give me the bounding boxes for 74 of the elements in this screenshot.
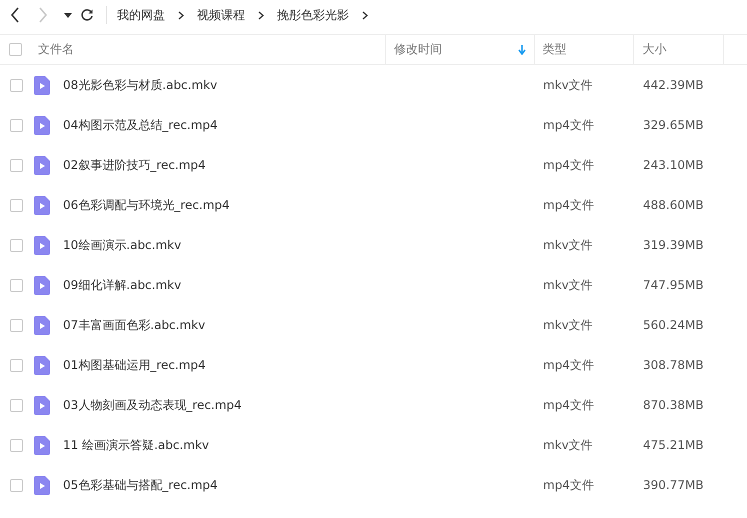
row-checkbox[interactable] <box>10 438 22 452</box>
file-size: 243.10MB <box>643 158 704 172</box>
column-header[interactable]: 类型 <box>542 41 567 58</box>
file-type: mp4文件 <box>543 356 594 374</box>
file-type: mkv文件 <box>543 436 593 454</box>
file-name[interactable]: 02叙事进阶技巧_rec.mp4 <box>63 156 206 174</box>
video-file-icon <box>34 396 50 414</box>
select-all-checkbox[interactable] <box>9 43 22 56</box>
row-checkbox[interactable] <box>10 158 22 172</box>
breadcrumb-link[interactable]: 我的网盘 <box>117 6 165 24</box>
file-name[interactable]: 04构图示范及总结_rec.mp4 <box>63 116 218 134</box>
file-name[interactable]: 03人物刻画及动态表现_rec.mp4 <box>63 396 242 414</box>
file-type: mkv文件 <box>543 276 593 294</box>
file-size: 390.77MB <box>643 478 704 492</box>
row-checkbox[interactable] <box>10 118 22 132</box>
row-checkbox[interactable] <box>10 358 22 372</box>
file-name[interactable]: 10绘画演示.abc.mkv <box>63 236 182 254</box>
column-header-cell[interactable]: 文件名 <box>30 35 385 64</box>
file-type: mkv文件 <box>543 236 593 254</box>
dropdown-caret-icon[interactable] <box>64 12 72 18</box>
sort-down-icon[interactable] <box>518 44 526 54</box>
refresh-icon[interactable] <box>80 8 94 22</box>
file-type: mp4文件 <box>543 156 594 174</box>
chevron-icon <box>362 10 368 20</box>
row-checkbox[interactable] <box>10 198 22 212</box>
file-size: 475.21MB <box>643 438 704 452</box>
video-file-icon <box>34 276 50 294</box>
file-type: mp4文件 <box>543 396 594 414</box>
file-name[interactable]: 01构图基础运用_rec.mp4 <box>63 356 206 374</box>
row-checkbox[interactable] <box>10 238 22 252</box>
file-name[interactable]: 09细化详解.abc.mkv <box>63 276 182 294</box>
video-file-icon <box>34 356 50 374</box>
file-size: 870.38MB <box>643 398 704 412</box>
column-header-cell[interactable]: 类型 <box>534 35 634 64</box>
file-size: 747.95MB <box>643 278 704 292</box>
breadcrumb-link[interactable]: 视频课程 <box>197 6 245 24</box>
file-size: 319.39MB <box>643 238 704 252</box>
file-name[interactable]: 08光影色彩与材质.abc.mkv <box>63 76 218 94</box>
video-file-icon <box>34 156 50 174</box>
file-size: 442.39MB <box>643 78 704 92</box>
column-header[interactable]: 修改时间 <box>394 41 442 58</box>
file-type: mkv文件 <box>543 76 593 94</box>
row-checkbox[interactable] <box>10 78 22 92</box>
video-file-icon <box>34 236 50 254</box>
video-file-icon <box>34 76 50 94</box>
file-type: mp4文件 <box>543 196 594 214</box>
breadcrumb-link[interactable]: 挽彤色彩光影 <box>277 6 349 24</box>
column-header[interactable]: 大小 <box>642 41 666 58</box>
row-checkbox[interactable] <box>10 478 22 492</box>
file-name[interactable]: 06色彩调配与环境光_rec.mp4 <box>63 196 230 214</box>
row-checkbox[interactable] <box>10 398 22 412</box>
video-file-icon <box>34 196 50 214</box>
video-file-icon <box>34 436 50 454</box>
chevron-icon <box>178 10 184 20</box>
row-checkbox[interactable] <box>10 278 22 292</box>
file-size: 308.78MB <box>643 358 704 372</box>
video-file-icon <box>34 316 50 334</box>
row-checkbox[interactable] <box>10 318 22 332</box>
chevron-icon <box>258 10 264 20</box>
file-size: 560.24MB <box>643 318 704 332</box>
column-header-cell[interactable]: 大小 <box>633 35 724 64</box>
file-type: mp4文件 <box>543 476 594 494</box>
back-icon[interactable] <box>10 7 20 23</box>
file-size: 488.60MB <box>643 198 704 212</box>
file-type: mp4文件 <box>543 116 594 134</box>
video-file-icon <box>34 116 50 134</box>
file-size: 329.65MB <box>643 118 704 132</box>
column-header-cell[interactable]: 修改时间 <box>384 35 534 64</box>
column-header[interactable]: 文件名 <box>38 41 74 58</box>
file-name[interactable]: 05色彩基础与搭配_rec.mp4 <box>63 476 218 494</box>
video-file-icon <box>34 476 50 494</box>
file-name[interactable]: 11 绘画演示答疑.abc.mkv <box>63 436 210 454</box>
file-name[interactable]: 07丰富画面色彩.abc.mkv <box>63 316 206 334</box>
file-type: mkv文件 <box>543 316 593 334</box>
